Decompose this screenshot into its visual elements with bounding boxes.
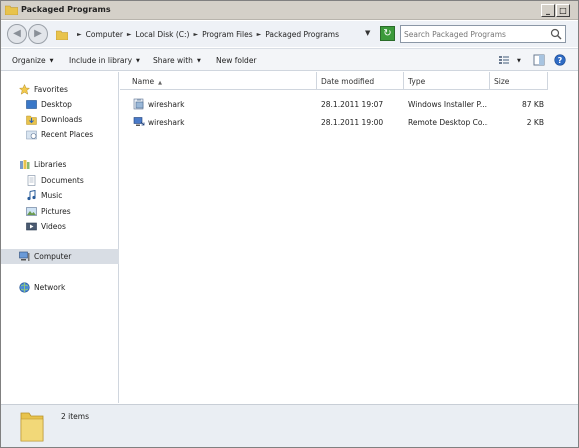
desktop-icon [26,100,37,109]
search-input[interactable] [404,28,544,40]
file-size: 87 KB [522,100,544,109]
breadcrumb-packaged-programs[interactable]: Packaged Programs [265,30,339,39]
back-button[interactable]: ◀ [7,24,27,44]
view-options-dropdown-icon[interactable]: ▼ [517,56,521,65]
include-in-library-label: Include in library [69,56,133,65]
new-folder-button[interactable]: New folder [216,56,257,65]
file-name: wireshark [148,100,185,109]
address-bar: ◀ ▶ ► Computer ► Local Disk (C:) ► Progr… [1,21,578,47]
maximize-button[interactable]: □ [556,4,570,17]
computer-icon [19,251,30,261]
organize-menu[interactable]: Organize ▼ [12,56,53,65]
nav-documents-label: Documents [41,176,84,185]
column-header-name[interactable]: Name ▲ [120,72,317,90]
chevron-down-icon: ▼ [196,58,201,64]
remote-desktop-icon [133,117,145,126]
window-title: Packaged Programs [21,5,111,14]
recent-places-icon [26,130,37,140]
include-in-library-menu[interactable]: Include in library ▼ [69,56,140,65]
nav-desktop-label: Desktop [41,100,72,109]
documents-icon [27,175,36,186]
nav-computer[interactable]: Computer [1,249,119,264]
file-row[interactable]: wireshark 28.1.2011 19:07 Windows Instal… [120,96,550,113]
nav-music-label: Music [41,191,63,200]
folder-icon [20,412,44,442]
chevron-down-icon: ▼ [49,58,54,64]
change-view-icon[interactable] [498,54,510,66]
column-header-name-label: Name [132,77,155,86]
breadcrumb-computer[interactable]: Computer [86,30,123,39]
breadcrumb-separator[interactable]: ► [77,31,82,38]
videos-icon [26,222,37,231]
address-dropdown-icon[interactable]: ▼ [365,29,370,37]
navigation-pane: Favorites Desktop Downloads Recent Place… [1,72,119,403]
file-type: Remote Desktop Co... [408,118,488,127]
breadcrumb[interactable]: ► Computer ► Local Disk (C:) ► Program F… [56,24,376,44]
refresh-icon[interactable]: ↻ [380,26,395,41]
help-icon[interactable]: ? [554,54,566,66]
minimize-button[interactable]: _ [541,4,555,17]
details-pane: 2 items [1,404,578,447]
network-icon [19,282,30,293]
breadcrumb-program-files[interactable]: Program Files [202,30,253,39]
column-header-size[interactable]: Size [490,72,548,90]
nav-downloads-label: Downloads [41,115,83,124]
pictures-icon [26,207,37,216]
libraries-icon [20,160,30,169]
file-row[interactable]: wireshark 28.1.2011 19:00 Remote Desktop… [120,114,550,131]
downloads-icon [26,115,37,125]
nav-videos-label: Videos [41,222,66,231]
folder-icon [56,30,68,40]
share-with-label: Share with [153,56,193,65]
column-header-type[interactable]: Type [404,72,490,90]
nav-libraries-label: Libraries [34,160,67,169]
nav-network-label: Network [34,283,66,292]
search-icon[interactable] [550,28,562,40]
organize-label: Organize [12,56,46,65]
file-list: Name ▲ Date modified Type Size wireshark … [120,72,578,403]
search-box[interactable] [400,25,566,43]
breadcrumb-separator[interactable]: ► [193,31,198,38]
breadcrumb-local-disk[interactable]: Local Disk (C:) [136,30,190,39]
explorer-window: Packaged Programs _ □ X ◀ ▶ ► Computer ►… [0,0,579,448]
svg-text:?: ? [558,56,563,65]
star-icon [19,84,30,95]
sort-ascending-icon: ▲ [158,80,162,86]
file-size: 2 KB [526,118,544,127]
chevron-down-icon: ▼ [136,58,140,64]
nav-recent-places-label: Recent Places [41,130,94,139]
nav-computer-label: Computer [34,252,72,261]
breadcrumb-separator[interactable]: ► [127,31,132,38]
nav-pictures-label: Pictures [41,207,71,216]
file-date-modified: 28.1.2011 19:07 [321,100,384,109]
folder-icon [5,5,18,15]
command-bar: Organize ▼ Include in library ▼ Share with… [1,48,578,71]
share-with-menu[interactable]: Share with ▼ [153,56,201,65]
breadcrumb-separator[interactable]: ► [257,31,262,38]
file-name: wireshark [148,118,185,127]
music-icon [27,190,36,201]
file-date-modified: 28.1.2011 19:00 [321,118,384,127]
installer-icon [133,98,144,110]
item-count: 2 items [61,412,90,421]
file-type: Windows Installer P... [408,100,488,109]
forward-button[interactable]: ▶ [28,24,48,44]
title-bar: Packaged Programs _ □ X [1,1,578,20]
preview-pane-icon[interactable] [533,54,545,66]
nav-favorites-label: Favorites [34,85,68,94]
column-header-date-modified[interactable]: Date modified [317,72,404,90]
